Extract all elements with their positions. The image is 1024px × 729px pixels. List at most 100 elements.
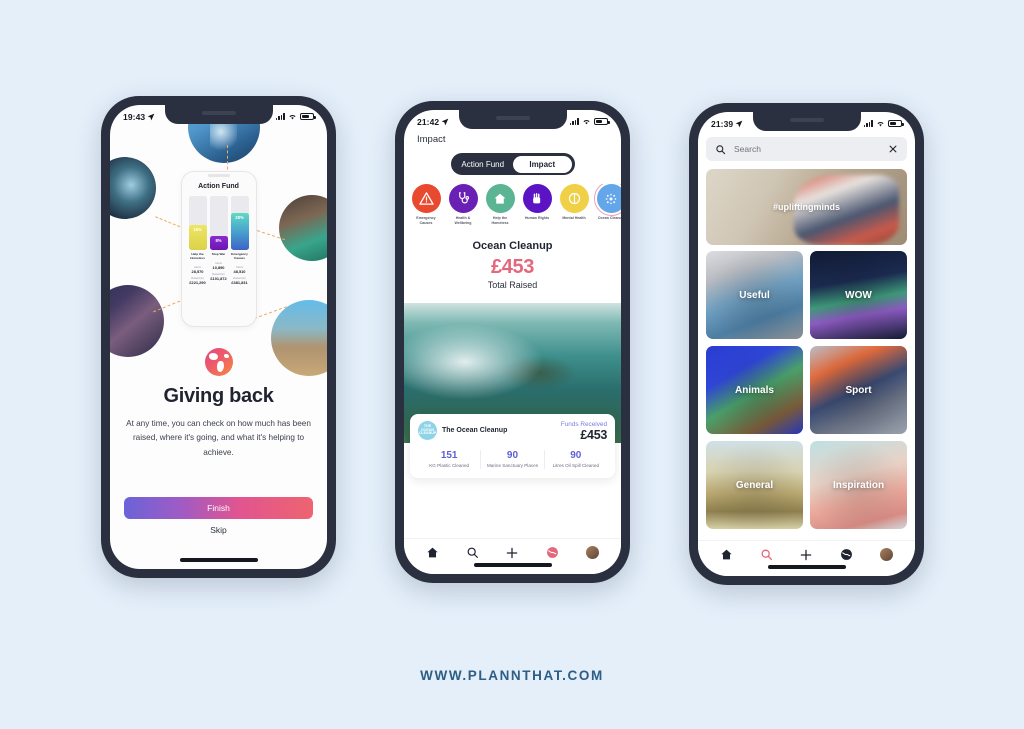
organisation: THE OCEAN CLEANUP The Ocean Cleanup	[418, 421, 507, 440]
action-fund-bar-chart: 18% Help the Homeless Users 28,570 Raise…	[188, 196, 249, 288]
avatar	[880, 548, 894, 561]
bar-value-label: 28%	[235, 215, 244, 221]
avatar	[586, 546, 600, 559]
banner-label: #upliftingminds	[773, 202, 840, 212]
stat-label: KG Plastic Cleaned	[429, 463, 470, 468]
nav-globe-icon[interactable]	[837, 545, 857, 565]
featured-banner[interactable]: #upliftingminds	[706, 169, 907, 245]
org-logo-icon: THE OCEAN CLEANUP	[418, 421, 437, 440]
nav-avatar[interactable]	[583, 543, 603, 563]
location-arrow-icon	[735, 120, 743, 127]
skip-button[interactable]: Skip	[110, 525, 327, 535]
search-input[interactable]: Search	[734, 144, 880, 154]
category-scroller[interactable]: Emergency Causes Health & Wellbeing Help…	[404, 184, 621, 236]
search-icon	[716, 144, 726, 154]
page-title: Impact	[417, 134, 446, 145]
ocean-cleanup-icon	[593, 184, 621, 216]
category-label: Help the Homeless	[491, 216, 509, 225]
tab-impact[interactable]: Impact	[512, 155, 572, 173]
nav-globe-icon[interactable]	[543, 543, 563, 563]
category-emergency-causes[interactable]: Emergency Causes	[410, 184, 442, 236]
stat-value: 151	[440, 450, 458, 461]
category-label: Health & Wellbeing	[454, 216, 472, 225]
tile-inspiration[interactable]: Inspiration	[810, 441, 907, 529]
nav-search-icon[interactable]	[756, 545, 776, 565]
segmented-control[interactable]: Action Fund Impact	[450, 153, 575, 175]
battery-icon	[888, 120, 904, 127]
bar-track: 28%	[230, 196, 249, 250]
funds-label: Funds Received	[560, 421, 607, 428]
location-arrow-icon	[441, 118, 449, 125]
impact-card-header: THE OCEAN CLEANUP The Ocean Cleanup Fund…	[418, 421, 607, 442]
cause-subtitle: Total Raised	[487, 280, 538, 290]
bar-stat-raised: £101,872	[210, 275, 227, 281]
phone-mockup-search: 21:39 Search #upliftingminds Useful WOW …	[689, 103, 924, 585]
notch	[164, 105, 273, 124]
wifi-icon	[289, 115, 296, 120]
bar-stat-users: 28,570	[191, 268, 204, 274]
tile-general[interactable]: General	[706, 441, 803, 529]
status-time: 19:43	[123, 111, 146, 122]
stethoscope-icon	[448, 184, 478, 213]
wifi-icon	[877, 122, 884, 127]
tile-useful[interactable]: Useful	[706, 251, 803, 339]
location-arrow-icon	[147, 113, 155, 120]
tile-wow[interactable]: WOW	[810, 251, 907, 339]
brain-icon	[559, 184, 589, 213]
search-bar[interactable]: Search	[706, 137, 907, 161]
status-time: 21:42	[417, 116, 440, 127]
page-description: At any time, you can check on how much h…	[126, 419, 311, 457]
category-mental-health[interactable]: Mental Health	[558, 184, 590, 236]
bar-stats: Users 48,510 Raised (£) £381,831	[231, 266, 247, 288]
phone2-screen: 21:42 Impact Action Fund Impact Emergenc…	[404, 110, 621, 574]
phone2-bottom-nav[interactable]	[404, 538, 621, 574]
category-help-the-homeless[interactable]: Help the Homeless	[484, 184, 516, 236]
battery-icon	[594, 118, 610, 125]
bar-value-label: 18%	[193, 227, 202, 233]
phone-mockup-impact: 21:42 Impact Action Fund Impact Emergenc…	[395, 101, 630, 583]
cause-amount: £453	[491, 256, 534, 278]
nav-plus-icon[interactable]	[796, 545, 816, 565]
category-ocean-cleanup[interactable]: Ocean Cleanup	[593, 184, 621, 236]
nav-home-icon[interactable]	[716, 545, 736, 565]
phone3-bottom-nav[interactable]	[698, 540, 915, 576]
bar-track: 18%	[188, 196, 207, 250]
globe-icon	[204, 348, 233, 376]
tab-action-fund[interactable]: Action Fund	[453, 156, 513, 173]
category-health-wellbeing[interactable]: Health & Wellbeing	[447, 184, 479, 236]
nav-home-icon[interactable]	[422, 543, 442, 563]
house-icon	[485, 184, 515, 213]
category-label: Ocean Cleanup	[597, 216, 621, 220]
signal-bars-icon	[275, 113, 285, 120]
bar-category-label: Stop War	[211, 252, 226, 256]
bar-stats: Users 28,570 Raised (£) £221,290	[189, 266, 205, 288]
bar-stats: Users 10,890 Raised (£) £101,872	[210, 262, 226, 284]
bar-category-label: Help the Homeless	[190, 252, 205, 260]
bar-fill: 28%	[230, 213, 249, 250]
category-human-rights[interactable]: Human Rights	[521, 184, 553, 236]
nav-avatar[interactable]	[877, 545, 897, 565]
stat-item: 90 Marine Sanctuary Places	[480, 450, 543, 469]
finish-button[interactable]: Finish	[124, 497, 313, 519]
bar-fill: 8%	[209, 235, 228, 250]
close-icon[interactable]	[888, 144, 898, 154]
tile-sport[interactable]: Sport	[810, 346, 907, 434]
tile-animals[interactable]: Animals	[706, 346, 803, 434]
nav-search-icon[interactable]	[462, 543, 482, 563]
bar-stat-raised: £381,831	[231, 279, 248, 285]
phone1-screen: 19:43 Action Fund 18% Help the Homeless …	[110, 105, 327, 569]
nav-plus-icon[interactable]	[502, 543, 522, 563]
collage-photo-elephant	[271, 300, 327, 376]
tile-label: Sport	[845, 384, 872, 396]
stat-item: 151 KG Plastic Cleaned	[418, 450, 480, 469]
cause-name: Ocean Cleanup	[472, 240, 553, 252]
category-label: Human Rights	[524, 216, 550, 220]
stat-label: Litres Oil Spill Cleaned	[552, 463, 600, 468]
tile-label: WOW	[845, 289, 872, 301]
bar-fill: 18%	[188, 225, 207, 250]
tile-label: General	[735, 479, 774, 491]
bar-stat-users: 48,510	[233, 268, 246, 274]
notch	[752, 112, 861, 131]
wifi-icon	[583, 120, 590, 125]
tile-label: Inspiration	[832, 479, 885, 491]
